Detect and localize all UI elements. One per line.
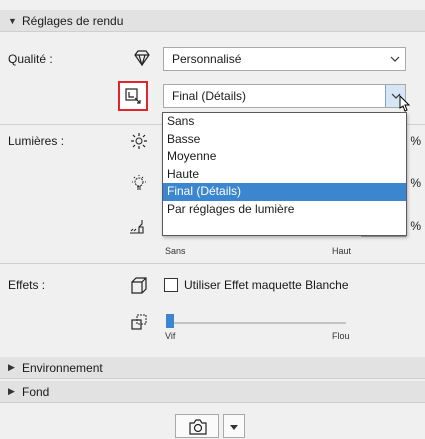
cube-icon	[128, 275, 150, 297]
mouse-pointer-icon	[397, 94, 415, 120]
quality-detail-value: Final (Détails)	[172, 89, 247, 103]
dropdown-option[interactable]: Par réglages de lumière	[163, 201, 406, 219]
dropdown-option[interactable]: Haute	[163, 166, 406, 184]
quality-preset-select[interactable]: Personnalisé	[163, 47, 406, 71]
dropdown-option[interactable]: Basse	[163, 131, 406, 149]
scale-max-label: Haut	[332, 246, 352, 256]
percent-symbol: %	[410, 134, 421, 148]
render-snapshot-button[interactable]	[175, 414, 219, 438]
lights-label: Lumières :	[8, 134, 65, 148]
section-header-render-settings[interactable]: ▼ Réglages de rendu	[0, 10, 425, 32]
section-title: Environnement	[22, 360, 103, 375]
small-down-arrow-icon	[230, 419, 238, 433]
white-model-checkbox-label: Utiliser Effet maquette Blanche	[184, 278, 349, 292]
light-bulb-icon	[128, 172, 150, 194]
collapsed-triangle-icon: ▶	[8, 362, 15, 372]
slider-min-label: Vif	[165, 331, 176, 341]
expanded-triangle-icon: ▼	[8, 15, 17, 26]
quality-detail-dropdown[interactable]: Sans Basse Moyenne Haute Final (Détails)…	[162, 112, 407, 236]
quality-label: Qualité :	[8, 52, 53, 66]
camera-icon	[188, 418, 208, 439]
light-hand-icon	[128, 215, 150, 237]
section-header-environment[interactable]: ▶ Environnement	[0, 357, 425, 379]
quality-preset-value: Personnalisé	[172, 52, 242, 66]
collapsed-triangle-icon: ▶	[8, 386, 15, 396]
percent-symbol: %	[410, 176, 421, 190]
render-options-dropdown-button[interactable]	[223, 414, 245, 438]
dropdown-option[interactable]: Moyenne	[163, 148, 406, 166]
divider	[0, 263, 425, 264]
section-title: Réglages de rendu	[22, 13, 124, 28]
section-title: Fond	[22, 384, 50, 399]
slider-max-label: Flou	[332, 331, 350, 341]
scale-min-label: Sans	[165, 246, 186, 256]
dropdown-option[interactable]: Sans	[163, 113, 406, 131]
render-detail-icon-button[interactable]	[118, 81, 148, 111]
quality-detail-select[interactable]: Final (Détails)	[163, 84, 406, 108]
blur-effect-icon	[128, 311, 150, 333]
blur-slider-track[interactable]	[168, 322, 346, 324]
blur-slider-thumb[interactable]	[166, 314, 174, 328]
dropdown-option-selected[interactable]: Final (Détails)	[163, 183, 406, 201]
sun-icon	[128, 130, 150, 152]
diamond-icon	[131, 47, 153, 69]
chevron-down-icon	[385, 48, 405, 70]
percent-symbol: %	[410, 219, 421, 233]
render-detail-icon	[125, 88, 141, 107]
white-model-checkbox[interactable]	[164, 278, 178, 292]
section-header-background[interactable]: ▶ Fond	[0, 381, 425, 403]
effects-label: Effets :	[8, 278, 46, 292]
